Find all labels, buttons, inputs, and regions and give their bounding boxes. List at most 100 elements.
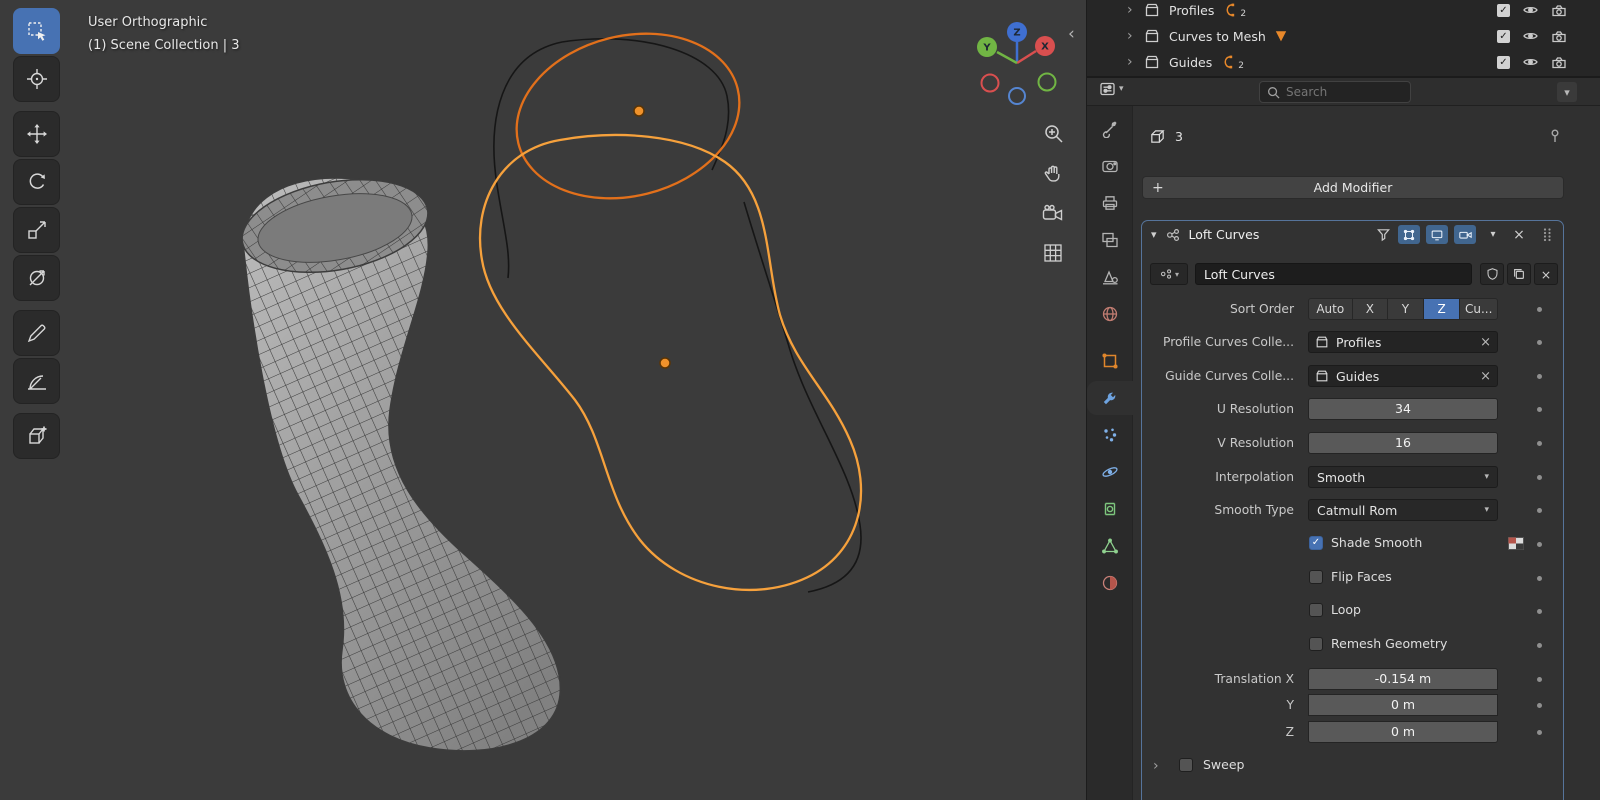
sort-x-button[interactable]: X bbox=[1353, 299, 1389, 319]
navigation-gizmo[interactable]: Z X Y bbox=[973, 16, 1065, 108]
curve-origin-points[interactable] bbox=[633, 105, 671, 369]
eye-visibility-icon[interactable] bbox=[1522, 54, 1539, 70]
node-group-name-input[interactable] bbox=[1195, 263, 1472, 285]
shade-smooth-toggle[interactable]: ✓ Shade Smooth bbox=[1309, 535, 1422, 550]
animate-property-dot[interactable] bbox=[1537, 475, 1542, 480]
unlink-data-button[interactable]: × bbox=[1534, 263, 1558, 285]
tab-physics[interactable] bbox=[1087, 455, 1133, 489]
realtime-display-toggle-button[interactable] bbox=[1426, 225, 1448, 244]
tab-modifiers[interactable] bbox=[1087, 381, 1133, 415]
animate-property-dot[interactable] bbox=[1537, 407, 1542, 412]
render-enable-checkbox[interactable]: ✓ bbox=[1497, 29, 1510, 43]
remove-modifier-button[interactable]: × bbox=[1508, 225, 1530, 244]
scale-tool-button[interactable] bbox=[13, 207, 60, 253]
outliner-row-profiles[interactable]: › Profiles 2 ✓ bbox=[1087, 0, 1600, 23]
tab-object[interactable] bbox=[1087, 344, 1133, 378]
axis-minus-z-handle[interactable] bbox=[1008, 87, 1026, 105]
modifier-extras-dropdown-button[interactable]: ▾ bbox=[1482, 225, 1504, 244]
guide-collection-field[interactable]: Guides × bbox=[1308, 365, 1498, 387]
translation-y-field[interactable]: 0 m bbox=[1308, 694, 1498, 716]
checkbox-unchecked-icon[interactable] bbox=[1309, 636, 1323, 651]
eye-visibility-icon[interactable] bbox=[1522, 28, 1539, 44]
translation-z-field[interactable]: 0 m bbox=[1308, 721, 1498, 743]
interpolation-dropdown[interactable]: Smooth ▾ bbox=[1308, 466, 1498, 488]
header-menu-button[interactable]: ▾ bbox=[1557, 82, 1577, 102]
eye-visibility-icon[interactable] bbox=[1522, 2, 1539, 18]
animate-property-dot[interactable] bbox=[1537, 307, 1542, 312]
attribute-toggle-icon[interactable] bbox=[1508, 537, 1524, 550]
translation-x-field[interactable]: -0.154 m bbox=[1308, 668, 1498, 690]
tab-constraints[interactable] bbox=[1087, 492, 1133, 526]
camera-render-icon[interactable] bbox=[1551, 2, 1567, 18]
drag-grip-handle[interactable] bbox=[1536, 225, 1558, 244]
clear-profile-collection-button[interactable]: × bbox=[1480, 335, 1491, 350]
editor-type-button[interactable]: ▾ bbox=[1099, 81, 1124, 97]
profile-curves-black[interactable] bbox=[493, 37, 862, 593]
loft-mesh[interactable] bbox=[235, 166, 561, 752]
tab-object-data[interactable] bbox=[1087, 529, 1133, 563]
axis-minus-x-handle[interactable] bbox=[980, 73, 1000, 93]
smooth-type-dropdown[interactable]: Catmull Rom ▾ bbox=[1308, 499, 1498, 521]
active-object-name[interactable]: 3 bbox=[1175, 129, 1183, 144]
v-resolution-field[interactable]: 16 bbox=[1308, 432, 1498, 454]
vertex-group-filter-button[interactable] bbox=[1372, 225, 1394, 244]
outliner-row-guides[interactable]: › Guides 2 ✓ bbox=[1087, 49, 1600, 75]
expand-chevron-icon[interactable]: › bbox=[1153, 758, 1159, 774]
node-group-type-button[interactable]: ▾ bbox=[1150, 263, 1188, 285]
render-display-toggle-button[interactable] bbox=[1454, 225, 1476, 244]
guide-curves-orange[interactable] bbox=[478, 11, 863, 592]
animate-property-dot[interactable] bbox=[1537, 542, 1542, 547]
sort-z-button[interactable]: Z bbox=[1423, 299, 1461, 319]
cursor-tool-button[interactable] bbox=[13, 56, 60, 102]
tab-scene[interactable] bbox=[1087, 260, 1133, 294]
expand-chevron-icon[interactable]: › bbox=[1127, 28, 1137, 44]
add-cube-tool-button[interactable] bbox=[13, 413, 60, 459]
checkbox-unchecked-icon[interactable] bbox=[1309, 602, 1323, 617]
duplicate-data-button[interactable] bbox=[1507, 263, 1531, 285]
animate-property-dot[interactable] bbox=[1537, 576, 1542, 581]
render-enable-checkbox[interactable]: ✓ bbox=[1497, 55, 1510, 69]
animate-property-dot[interactable] bbox=[1537, 340, 1542, 345]
animate-property-dot[interactable] bbox=[1537, 609, 1542, 614]
move-tool-button[interactable] bbox=[13, 111, 60, 157]
tab-output[interactable] bbox=[1087, 186, 1133, 220]
annotate-tool-button[interactable] bbox=[13, 310, 60, 356]
animate-property-dot[interactable] bbox=[1537, 703, 1542, 708]
sort-y-button[interactable]: Y bbox=[1388, 299, 1424, 319]
region-collapse-handle[interactable]: ‹ bbox=[1068, 24, 1075, 44]
grid-toggle-button[interactable] bbox=[1039, 239, 1067, 267]
u-resolution-field[interactable]: 34 bbox=[1308, 398, 1498, 420]
camera-render-icon[interactable] bbox=[1551, 54, 1567, 70]
rotate-tool-button[interactable] bbox=[13, 159, 60, 205]
panel-expand-chevron-icon[interactable]: ▾ bbox=[1151, 228, 1157, 241]
outliner-item-label[interactable]: Profiles bbox=[1169, 3, 1214, 18]
profile-collection-field[interactable]: Profiles × bbox=[1308, 331, 1498, 353]
loop-toggle[interactable]: Loop bbox=[1309, 602, 1361, 617]
checkbox-checked-icon[interactable]: ✓ bbox=[1309, 535, 1323, 550]
outliner-item-label[interactable]: Curves to Mesh bbox=[1169, 29, 1266, 44]
outliner-item-label[interactable]: Guides bbox=[1169, 55, 1212, 70]
tab-world[interactable] bbox=[1087, 297, 1133, 331]
flip-faces-toggle[interactable]: Flip Faces bbox=[1309, 569, 1392, 584]
zoom-button[interactable] bbox=[1039, 119, 1067, 147]
animate-property-dot[interactable] bbox=[1537, 643, 1542, 648]
checkbox-unchecked-icon[interactable] bbox=[1309, 569, 1323, 584]
animate-property-dot[interactable] bbox=[1537, 508, 1542, 513]
tab-view-layer[interactable] bbox=[1087, 223, 1133, 257]
camera-render-icon[interactable] bbox=[1551, 28, 1567, 44]
expand-chevron-icon[interactable]: › bbox=[1127, 2, 1137, 18]
axis-minus-y-handle[interactable] bbox=[1037, 72, 1057, 92]
on-cage-toggle-button[interactable] bbox=[1398, 225, 1420, 244]
tab-material[interactable] bbox=[1087, 566, 1133, 600]
viewport-canvas[interactable] bbox=[0, 0, 1086, 800]
animate-property-dot[interactable] bbox=[1537, 441, 1542, 446]
transform-tool-button[interactable] bbox=[13, 255, 60, 301]
add-modifier-button[interactable]: + Add Modifier bbox=[1142, 176, 1564, 199]
expand-chevron-icon[interactable]: › bbox=[1127, 54, 1137, 70]
search-field[interactable] bbox=[1259, 81, 1411, 103]
tab-tool[interactable] bbox=[1087, 112, 1133, 146]
animate-property-dot[interactable] bbox=[1537, 374, 1542, 379]
viewport-3d[interactable]: User Orthographic (1) Scene Collection |… bbox=[0, 0, 1086, 800]
select-box-tool-button[interactable] bbox=[13, 8, 60, 54]
modifier-panel-header[interactable]: ▾ Loft Curves ▾ × bbox=[1142, 221, 1563, 248]
